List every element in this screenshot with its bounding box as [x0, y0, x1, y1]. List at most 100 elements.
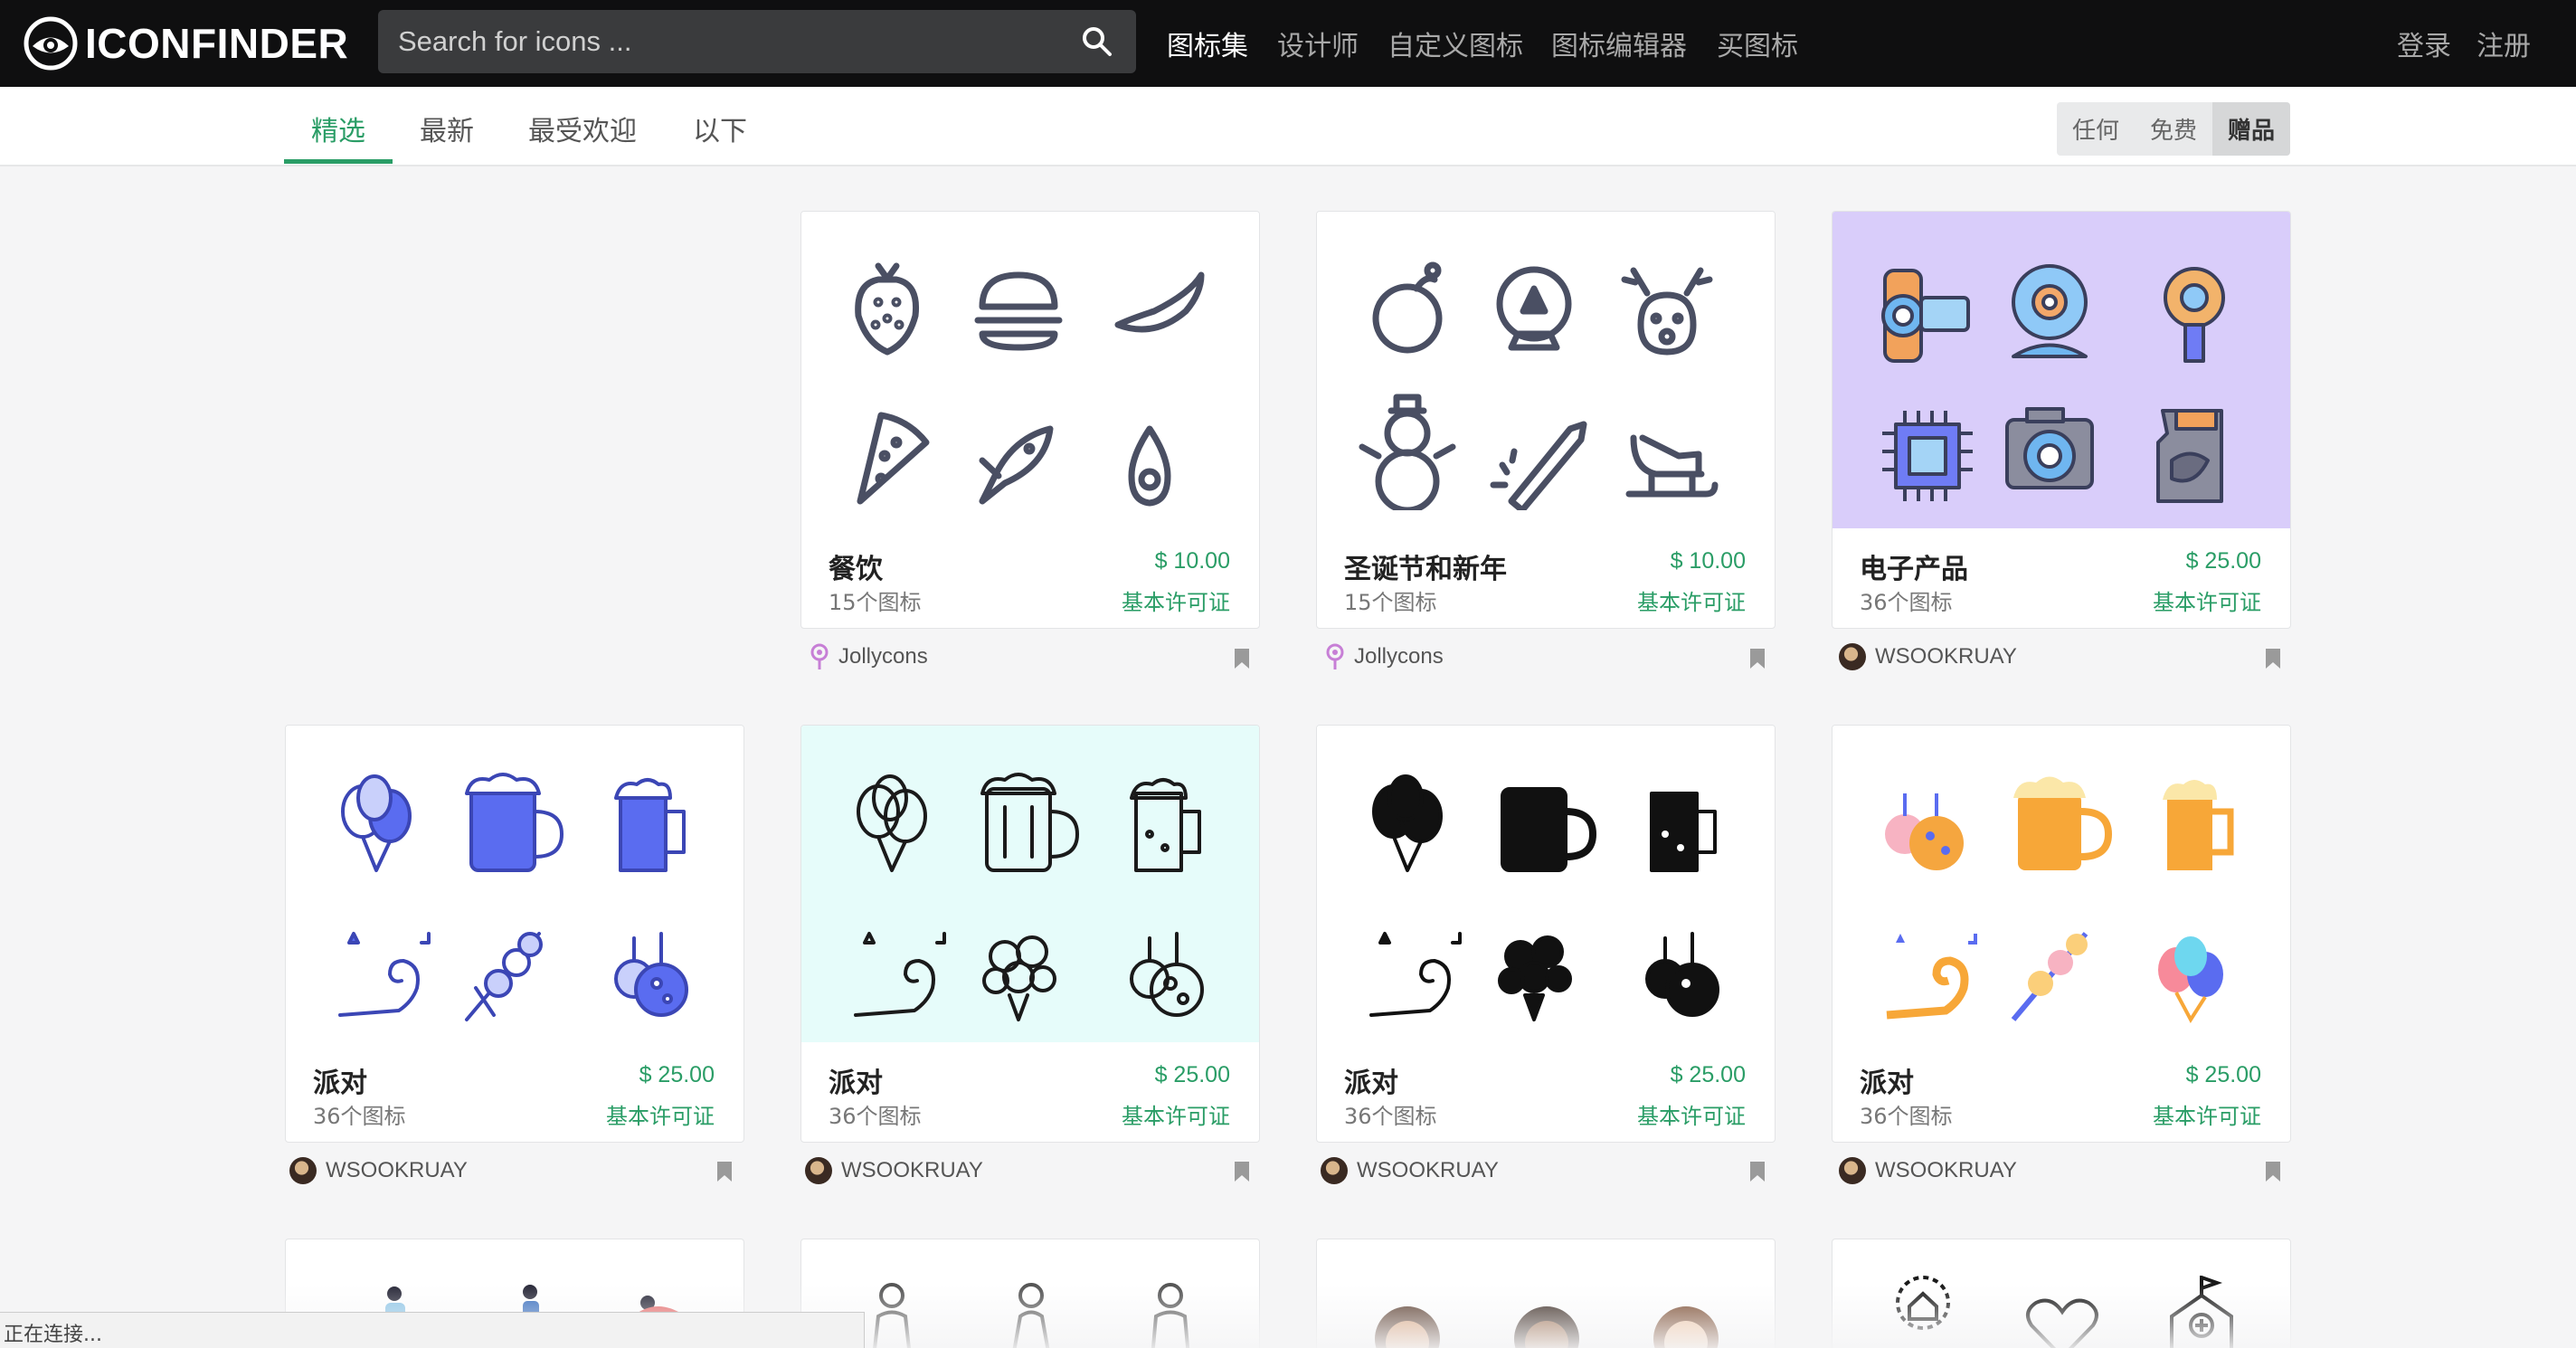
author-link[interactable]: WSOOKRUAY: [1321, 1156, 1499, 1185]
author-link[interactable]: WSOOKRUAY: [289, 1156, 468, 1185]
author-link[interactable]: WSOOKRUAY: [1839, 642, 2017, 671]
author-link[interactable]: WSOOKRUAY: [1839, 1156, 2017, 1185]
register-link[interactable]: 注册: [2477, 24, 2531, 63]
card-license[interactable]: 基本许可证: [2153, 1098, 2261, 1130]
beer-glass-icon: [614, 778, 686, 872]
active-tab-indicator: [284, 159, 393, 164]
hospital-icon: [2170, 1276, 2233, 1348]
bookmark-icon[interactable]: [2265, 1161, 2281, 1182]
iconfinder-logo[interactable]: ICONFINDER: [24, 14, 348, 72]
iconset-card[interactable]: [1832, 1239, 2291, 1348]
card-icon-count: 36个图标: [1860, 1104, 1953, 1129]
bookmark-icon[interactable]: [1749, 648, 1766, 669]
card-title[interactable]: 派对: [1860, 1060, 1914, 1100]
author-name: WSOOKRUAY: [326, 1158, 468, 1182]
card-icon-count: 36个图标: [313, 1104, 406, 1129]
icon-preview-grid: [855, 262, 1205, 507]
tab-featured[interactable]: 精选: [311, 109, 365, 148]
search-box: [378, 10, 1136, 73]
iconset-card[interactable]: 圣诞节和新年 15个图标 $ 10.00 基本许可证: [1316, 211, 1776, 629]
eye-logo-icon: [24, 16, 78, 71]
card-title[interactable]: 电子产品: [1860, 546, 1968, 586]
card-license[interactable]: 基本许可证: [2153, 584, 2261, 616]
iconset-card[interactable]: 派对 36个图标 $ 25.00 基本许可证: [1832, 725, 2291, 1143]
webcam-icon: [2012, 264, 2088, 358]
nav-designers[interactable]: 设计师: [1277, 24, 1359, 63]
skewer-icon: [465, 932, 543, 1021]
author-link[interactable]: Jollycons: [1325, 642, 1444, 671]
card-title[interactable]: 派对: [313, 1060, 367, 1100]
author-link[interactable]: Jollycons: [810, 642, 928, 671]
card-title[interactable]: 派对: [1344, 1060, 1398, 1100]
bookmark-icon[interactable]: [716, 1161, 733, 1182]
nav-custom-icons[interactable]: 自定义图标: [1387, 24, 1523, 63]
top-navbar: ICONFINDER 图标集 设计师 自定义图标 图标编辑器 买图标 登录 注册: [0, 0, 2576, 87]
author-avatar: [289, 1157, 317, 1184]
sd-card-icon: [2156, 409, 2223, 503]
balloons-icon: [857, 774, 927, 872]
beer-glass-icon: [2163, 780, 2234, 870]
filter-free[interactable]: 免费: [2135, 102, 2212, 156]
card-title[interactable]: 餐饮: [829, 546, 883, 586]
icon-preview-grid: [873, 1283, 1190, 1348]
bookmark-icon[interactable]: [1234, 1161, 1250, 1182]
card-preview: [1317, 212, 1775, 528]
card-license[interactable]: 基本许可证: [1637, 1098, 1746, 1130]
card-preview: [1317, 726, 1775, 1042]
card-price: $ 25.00: [2185, 548, 2261, 574]
beer-mug-icon: [2013, 776, 2113, 870]
burger-icon: [974, 271, 1063, 351]
bookmark-icon[interactable]: [1749, 1161, 1766, 1182]
icon-preview-grid: [1359, 261, 1719, 510]
author-avatar: [1839, 643, 1866, 670]
author-name: WSOOKRUAY: [841, 1158, 983, 1182]
card-icon-count: 36个图标: [1344, 1104, 1437, 1129]
bookmark-icon[interactable]: [1234, 648, 1250, 669]
iconset-card[interactable]: 派对 36个图标 $ 25.00 基本许可证: [800, 725, 1260, 1143]
donation-house-icon: [1896, 1276, 1950, 1330]
card-license[interactable]: 基本许可证: [1122, 584, 1230, 616]
iconset-card[interactable]: 派对 36个图标 $ 25.00 基本许可证: [285, 725, 744, 1143]
nav-iconsets[interactable]: 图标集: [1167, 24, 1248, 63]
beer-glass-icon: [1650, 792, 1717, 872]
card-icon-count: 15个图标: [1344, 590, 1437, 615]
sleigh-icon: [1625, 434, 1719, 498]
filter-premium[interactable]: 赠品: [2212, 102, 2290, 156]
tab-popular[interactable]: 最受欢迎: [528, 109, 637, 148]
icon-preview-grid: [1885, 776, 2234, 1023]
fish-icon: [979, 425, 1054, 505]
author-link[interactable]: WSOOKRUAY: [805, 1156, 983, 1185]
beer-mug-icon: [465, 773, 564, 872]
balloons-icon: [2158, 936, 2223, 1023]
iconset-card[interactable]: 派对 36个图标 $ 25.00 基本许可证: [1316, 725, 1776, 1143]
person-outline-icon: [873, 1283, 911, 1348]
beer-mug-icon: [980, 773, 1079, 872]
iconset-card[interactable]: 餐饮 15个图标 $ 10.00 基本许可证: [800, 211, 1260, 629]
iconset-card[interactable]: [1316, 1239, 1776, 1348]
iconset-card[interactable]: 电子产品 36个图标 $ 25.00 基本许可证: [1832, 211, 2291, 629]
search-icon[interactable]: [1080, 24, 1114, 59]
party-horn-icon: [338, 932, 431, 1017]
card-title[interactable]: 圣诞节和新年: [1344, 546, 1507, 586]
card-license[interactable]: 基本许可证: [606, 1098, 715, 1130]
camcorder-icon: [1881, 269, 1970, 363]
card-license[interactable]: 基本许可证: [1122, 1098, 1230, 1130]
party-horn-icon: [1369, 932, 1462, 1017]
snow-globe-icon: [1496, 266, 1572, 351]
iconset-card[interactable]: [800, 1239, 1260, 1348]
woman-avatar-icon: [1653, 1306, 1719, 1348]
disco-ball-icon: [1645, 932, 1719, 1017]
tab-following[interactable]: 以下: [693, 109, 747, 148]
nav-icon-editor[interactable]: 图标编辑器: [1551, 24, 1687, 63]
bookmark-icon[interactable]: [2265, 648, 2281, 669]
nav-buy-icons[interactable]: 买图标: [1717, 24, 1798, 63]
card-icon-count: 36个图标: [1860, 590, 1953, 615]
card-license[interactable]: 基本许可证: [1637, 584, 1746, 616]
card-price: $ 10.00: [1670, 548, 1746, 574]
login-link[interactable]: 登录: [2397, 24, 2451, 63]
card-title[interactable]: 派对: [829, 1060, 883, 1100]
search-input[interactable]: [398, 23, 1049, 61]
tab-newest[interactable]: 最新: [420, 109, 474, 148]
filter-any[interactable]: 任何: [2057, 102, 2135, 156]
icon-preview-grid: [1896, 1276, 2233, 1348]
